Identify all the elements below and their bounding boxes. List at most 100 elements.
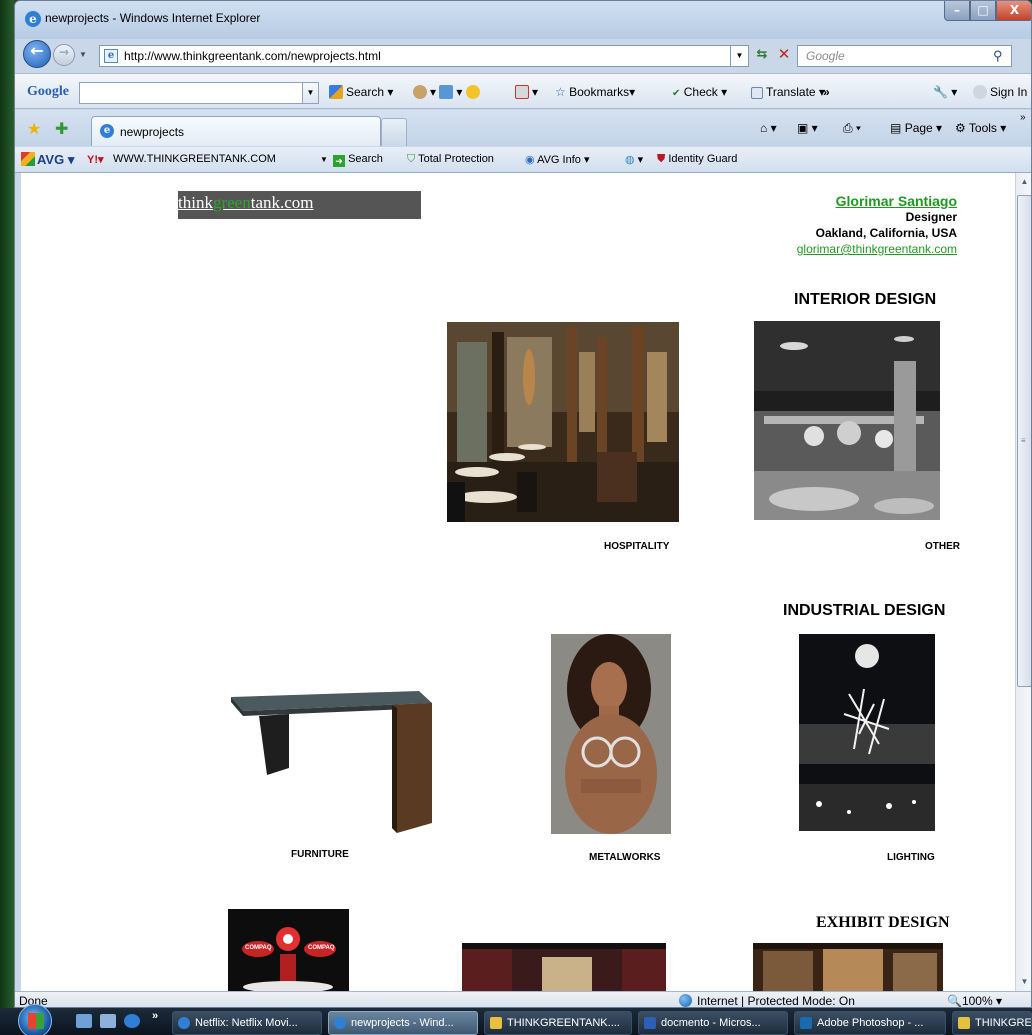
site-logo[interactable]: thinkgreentank.com	[178, 191, 421, 219]
address-dropdown-icon[interactable]: ▼	[731, 45, 749, 67]
start-button[interactable]	[18, 1004, 52, 1035]
avg-info-button[interactable]: ◉ AVG Info ▾	[525, 153, 589, 166]
exhibit-image-3[interactable]	[753, 943, 943, 991]
wrench-settings-icon[interactable]: 🔧 ▾	[933, 85, 957, 99]
tab-newprojects[interactable]: e newprojects	[91, 116, 381, 146]
google-search-dropdown-icon[interactable]: ▼	[303, 82, 319, 104]
caption-hospitality[interactable]: HOSPITALITY	[604, 541, 669, 552]
exhibit-image-2[interactable]	[462, 943, 666, 991]
avg-search-input[interactable]: WWW.THINKGREENTANK.COM	[107, 150, 327, 170]
avg-logo-icon	[21, 152, 35, 166]
exhibit-image-1[interactable]: COMPAQ COMPAQ	[228, 909, 349, 991]
show-desktop-icon[interactable]	[76, 1014, 92, 1028]
metalworks-image[interactable]	[551, 634, 671, 834]
address-url[interactable]: http://www.thinkgreentank.com/newproject…	[124, 49, 381, 63]
window-title: newprojects - Windows Internet Explorer	[45, 11, 261, 25]
page-menu[interactable]: ▤ Page ▾	[890, 121, 942, 135]
home-icon[interactable]: ⌂ ▾	[760, 121, 777, 135]
favorites-star-icon[interactable]: ★	[27, 119, 41, 139]
quicklaunch-more[interactable]: »	[152, 1010, 158, 1022]
restaurant-photo	[447, 322, 679, 522]
scroll-thumb[interactable]: ≡	[1017, 195, 1031, 687]
command-bar-more[interactable]: »	[1020, 112, 1026, 123]
avg-extra-button[interactable]: ◍ ▾	[625, 153, 643, 166]
refresh-icon[interactable]: ⇆	[753, 47, 771, 65]
sign-in-icon	[973, 85, 987, 99]
tools-menu[interactable]: ⚙ Tools ▾	[955, 121, 1006, 135]
google-search-button[interactable]: Search ▾	[329, 85, 393, 99]
close-button[interactable]: X	[996, 1, 1031, 21]
scroll-grip-icon: ≡	[1021, 436, 1026, 445]
switch-windows-icon[interactable]	[100, 1014, 116, 1028]
caption-lighting[interactable]: LIGHTING	[887, 852, 935, 863]
taskbar-item-photoshop[interactable]: Adobe Photoshop - ...	[794, 1011, 946, 1035]
zoom-level[interactable]: 🔍100% ▾	[947, 994, 1002, 1007]
windows-logo-icon	[28, 1013, 44, 1029]
total-protection-button[interactable]: ⛉ Total Protection	[407, 153, 494, 166]
spellcheck-button[interactable]: ✔ Check ▾	[672, 85, 727, 99]
avg-search-value[interactable]: WWW.THINKGREENTANK.COM	[113, 153, 276, 165]
yahoo-icon[interactable]: Y!▾	[87, 153, 104, 166]
avg-search-dropdown-icon[interactable]: ▼	[320, 155, 328, 164]
caption-furniture[interactable]: FURNITURE	[291, 849, 349, 860]
security-zone[interactable]: Internet | Protected Mode: On	[697, 994, 855, 1007]
address-bar[interactable]: e http://www.thinkgreentank.com/newproje…	[99, 45, 731, 67]
lighting-image[interactable]	[799, 634, 935, 831]
ie-icon	[178, 1017, 190, 1029]
hospitality-image[interactable]	[447, 322, 679, 522]
site-logo-text[interactable]: thinkgreentank.com	[178, 193, 314, 213]
exhibit-sign-right: COMPAQ	[308, 945, 335, 951]
notebook-icon	[465, 85, 480, 99]
section-heading-interior: INTERIOR DESIGN	[794, 291, 937, 308]
scroll-down-icon[interactable]: ▼	[1016, 973, 1031, 990]
caption-other[interactable]: OTHER	[925, 541, 960, 552]
browser-window: e newprojects - Windows Internet Explore…	[14, 0, 1032, 1008]
exhibit-stage-photo	[462, 943, 666, 991]
print-icon[interactable]: ⎙ ▾	[843, 121, 861, 136]
folder-icon	[490, 1017, 502, 1029]
web-search-placeholder[interactable]: Google	[806, 49, 845, 63]
google-toolbar: Google ▼ Search ▾ ▾ ▾ ▾ ☆ Bookmarks▾ ✔ C…	[15, 73, 1031, 109]
recent-pages-dropdown-icon[interactable]: ▼	[79, 50, 87, 59]
other-image[interactable]	[754, 321, 940, 520]
maximize-button[interactable]: □	[970, 1, 996, 21]
google-search-input[interactable]	[79, 82, 303, 104]
furniture-image[interactable]	[229, 683, 434, 833]
forward-button[interactable]: →	[53, 44, 75, 66]
ie-quicklaunch-icon[interactable]	[124, 1014, 140, 1028]
minimize-button[interactable]: –	[944, 1, 970, 21]
caption-metalworks[interactable]: METALWORKS	[589, 852, 660, 863]
bookmarks-button[interactable]: ☆ Bookmarks▾	[555, 85, 635, 99]
globe-icon: ◍	[625, 154, 635, 166]
vertical-scrollbar[interactable]: ▲ ≡ ▼	[1015, 173, 1031, 991]
taskbar-item-newprojects[interactable]: newprojects - Wind...	[328, 1011, 478, 1035]
identity-guard-button[interactable]: ⛊ Identity Guard	[657, 153, 737, 166]
avg-toolbar: AVG ▾ Y!▾ WWW.THINKGREENTANK.COM ▼ ➜ Sea…	[15, 147, 1031, 173]
designer-location: Oakland, California, USA	[815, 226, 957, 240]
back-button[interactable]: ←	[23, 40, 51, 68]
translate-button[interactable]: Translate ▾	[751, 85, 825, 99]
ie-icon: e	[25, 11, 41, 27]
add-favorite-icon[interactable]: ✚	[55, 119, 68, 139]
internet-globe-icon	[679, 994, 692, 1007]
block-icon	[515, 85, 529, 99]
web-search-box[interactable]: Google ⚲	[797, 45, 1012, 67]
avg-logo[interactable]: AVG ▾	[21, 152, 74, 168]
stop-icon[interactable]: ✕	[775, 45, 793, 65]
sign-in-button[interactable]: Sign In ▾	[973, 85, 1031, 99]
designer-name-link[interactable]: Glorimar Santiago	[721, 193, 957, 209]
taskbar-item-netflix[interactable]: Netflix: Netflix Movi...	[172, 1011, 322, 1035]
more-tools-button[interactable]: »	[823, 85, 830, 99]
scroll-up-icon[interactable]: ▲	[1016, 173, 1031, 190]
taskbar-item-thinkgreentank[interactable]: THINKGREENTANK....	[484, 1011, 632, 1035]
email-link[interactable]: glorimar@thinkgreentank.com	[721, 241, 957, 257]
autolink-button[interactable]: ▾	[515, 85, 538, 99]
toolbar-icon-group[interactable]: ▾ ▾	[413, 85, 483, 99]
search-icon[interactable]: ⚲	[993, 48, 1003, 64]
feeds-icon[interactable]: ▣ ▾	[797, 121, 818, 135]
taskbar-item-word[interactable]: docmento - Micros...	[638, 1011, 788, 1035]
taskbar-item-thinkgree[interactable]: THINKGREE	[952, 1011, 1032, 1035]
new-tab-button[interactable]	[381, 118, 407, 146]
avg-search-button[interactable]: ➜ Search	[333, 153, 383, 167]
table-photo	[231, 691, 432, 833]
